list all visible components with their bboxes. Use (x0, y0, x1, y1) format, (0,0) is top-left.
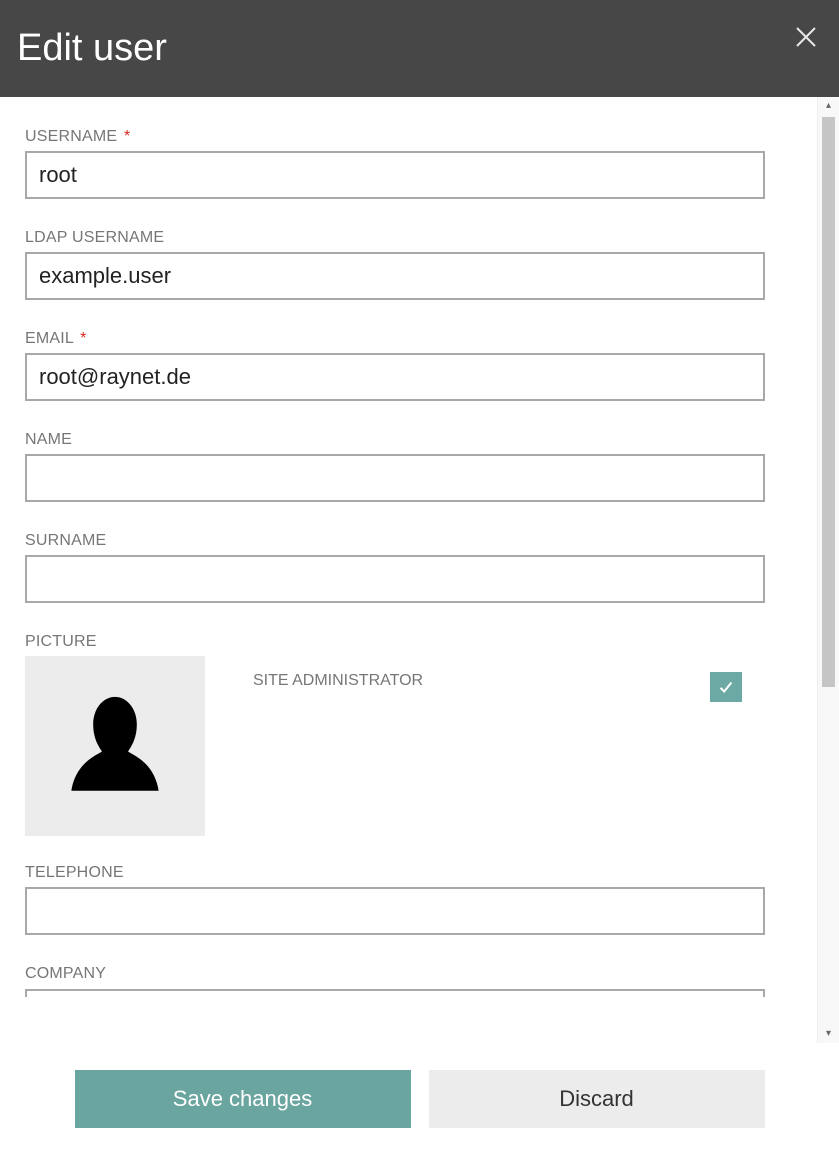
field-picture: PICTURE (25, 633, 742, 651)
label-surname: SURNAME (25, 532, 742, 550)
field-name: NAME (25, 431, 742, 502)
name-input[interactable] (25, 454, 765, 502)
required-marker: * (124, 128, 130, 145)
telephone-input[interactable] (25, 887, 765, 935)
dialog-title: Edit user (17, 27, 167, 70)
scroll-up-arrow-icon[interactable]: ▴ (826, 97, 831, 115)
label-name: NAME (25, 431, 742, 449)
field-company: COMPANY (25, 965, 742, 1006)
field-ldap-username: LDAP USERNAME (25, 229, 742, 300)
save-button[interactable]: Save changes (75, 1070, 411, 1128)
surname-input[interactable] (25, 555, 765, 603)
dialog-header: Edit user (0, 0, 839, 97)
label-email: EMAIL * (25, 330, 742, 348)
label-text: EMAIL (25, 330, 73, 347)
scrollbar[interactable]: ▴ ▾ (817, 97, 839, 1043)
required-marker: * (80, 330, 86, 347)
label-site-admin: SITE ADMINISTRATOR (253, 672, 423, 690)
ldap-username-input[interactable] (25, 252, 765, 300)
check-icon (717, 678, 735, 696)
email-input[interactable] (25, 353, 765, 401)
scroll-down-arrow-icon[interactable]: ▾ (826, 1025, 831, 1043)
form-content: USERNAME * LDAP USERNAME EMAIL * NAME SU… (0, 97, 816, 1043)
avatar-icon (60, 686, 170, 806)
close-icon[interactable] (795, 24, 817, 55)
dialog-footer: Save changes Discard (0, 1043, 839, 1154)
discard-button[interactable]: Discard (429, 1070, 765, 1128)
label-text: USERNAME (25, 128, 117, 145)
label-telephone: TELEPHONE (25, 864, 742, 882)
label-company: COMPANY (25, 965, 742, 983)
company-input[interactable] (25, 989, 765, 997)
label-username: USERNAME * (25, 128, 742, 146)
label-picture: PICTURE (25, 633, 742, 651)
picture-row: SITE ADMINISTRATOR (25, 656, 742, 836)
field-telephone: TELEPHONE (25, 864, 742, 935)
label-ldap-username: LDAP USERNAME (25, 229, 742, 247)
username-input[interactable] (25, 151, 765, 199)
form-scroll-area: USERNAME * LDAP USERNAME EMAIL * NAME SU… (0, 97, 839, 1043)
field-username: USERNAME * (25, 128, 742, 199)
field-email: EMAIL * (25, 330, 742, 401)
field-surname: SURNAME (25, 532, 742, 603)
site-admin-checkbox[interactable] (710, 672, 742, 702)
picture-placeholder[interactable] (25, 656, 205, 836)
scrollbar-thumb[interactable] (822, 117, 835, 687)
site-admin-row: SITE ADMINISTRATOR (253, 656, 742, 702)
